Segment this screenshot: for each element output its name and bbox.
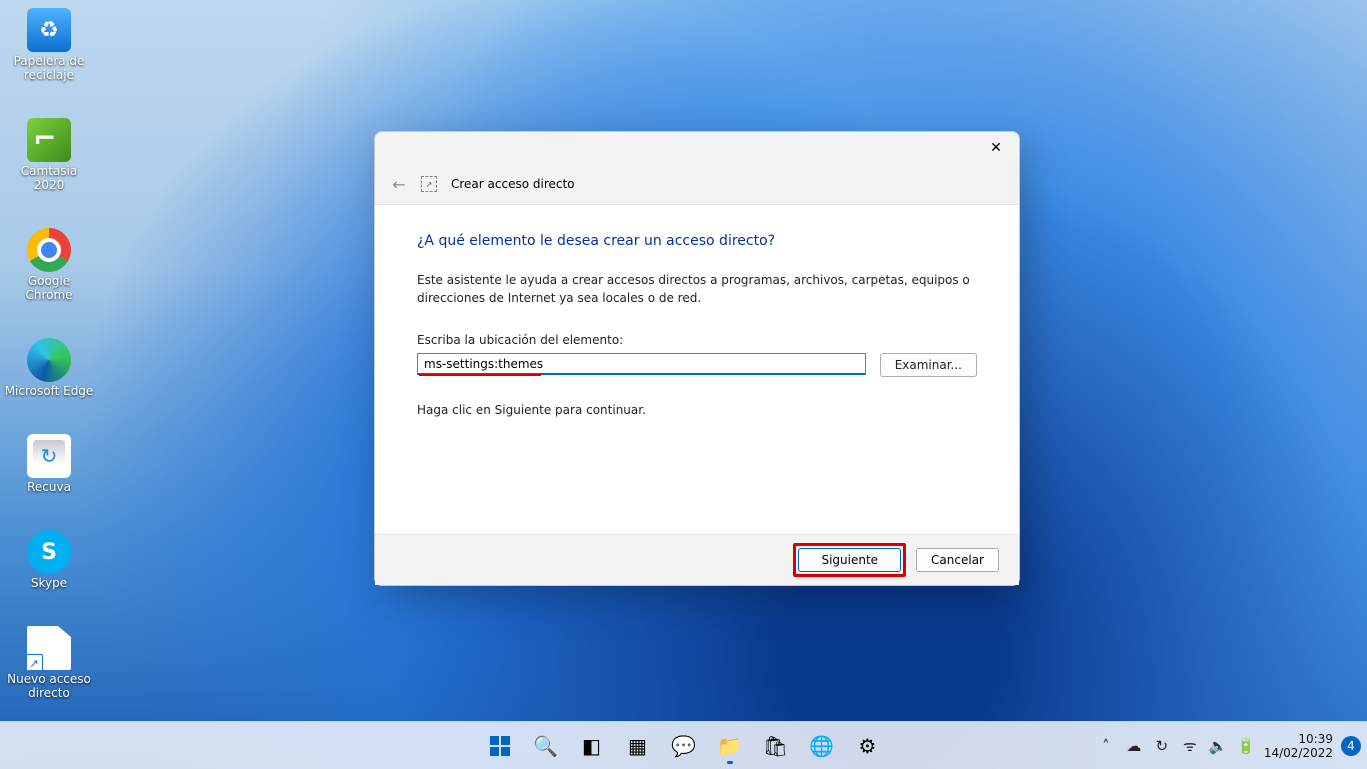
- desktop-icon-label: Google Chrome: [4, 274, 94, 302]
- shortcut-wizard-icon: ↗: [421, 176, 437, 192]
- desktop-icon-label: Skype: [31, 576, 67, 590]
- desktop-icon-recycle-bin[interactable]: Papelera de reciclaje: [4, 4, 94, 86]
- taskbar-settings[interactable]: ⚙: [848, 726, 888, 766]
- desktop-icon-chrome[interactable]: Google Chrome: [4, 224, 94, 306]
- taskbar-file-explorer[interactable]: 📁: [710, 726, 750, 766]
- wizard-description: Este asistente le ayuda a crear accesos …: [417, 271, 977, 307]
- create-shortcut-dialog: ✕ ← ↗ Crear acceso directo ¿A qué elemen…: [374, 131, 1020, 586]
- notification-count-badge[interactable]: 4: [1341, 736, 1361, 756]
- dialog-footer: Siguiente Cancelar: [375, 535, 1019, 585]
- taskbar-task-view[interactable]: ◧: [572, 726, 612, 766]
- tray-wifi-icon[interactable]: ᯤ: [1180, 736, 1200, 756]
- taskbar-ms-store[interactable]: 🛍: [756, 726, 796, 766]
- dialog-body: ¿A qué elemento le desea crear un acceso…: [375, 204, 1019, 535]
- annotation-highlight-next: Siguiente: [793, 543, 906, 577]
- start-button[interactable]: [480, 726, 520, 766]
- camtasia-icon: [27, 118, 71, 162]
- windows-logo-icon: [490, 736, 510, 756]
- taskbar-edge[interactable]: 🌐: [802, 726, 842, 766]
- tray-battery-icon[interactable]: 🔋: [1236, 737, 1256, 755]
- desktop-icon-label: Nuevo acceso directo: [7, 672, 91, 700]
- dialog-titlebar: ✕: [375, 132, 1019, 164]
- recycle-bin-icon: [27, 8, 71, 52]
- desktop-icon-edge[interactable]: Microsoft Edge: [4, 334, 94, 402]
- taskbar: 🔍 ◧ ▦ 💬 📁 🛍 🌐 ⚙ ˄ ☁ ↻ ᯤ 🔈 🔋 10:39 14/02/…: [0, 721, 1367, 769]
- desktop-icon-label: Papelera de reciclaje: [14, 54, 85, 82]
- browse-button[interactable]: Examinar...: [880, 353, 977, 377]
- desktop-icon-camtasia[interactable]: Camtasia 2020: [4, 114, 94, 196]
- cancel-button[interactable]: Cancelar: [916, 548, 999, 572]
- blank-shortcut-icon: [27, 626, 71, 670]
- continue-hint: Haga clic en Siguiente para continuar.: [417, 403, 977, 417]
- desktop-icon-skype[interactable]: Skype: [4, 526, 94, 594]
- taskbar-chat[interactable]: 💬: [664, 726, 704, 766]
- desktop-icon-label: Microsoft Edge: [5, 384, 94, 398]
- desktop-icon-label: Recuva: [27, 480, 71, 494]
- close-button[interactable]: ✕: [973, 132, 1019, 164]
- clock-date: 14/02/2022: [1264, 746, 1333, 760]
- back-arrow-icon[interactable]: ←: [391, 175, 407, 194]
- dialog-title: Crear acceso directo: [451, 177, 575, 191]
- desktop-icon-new-shortcut[interactable]: Nuevo acceso directo: [4, 622, 94, 704]
- tray-onedrive-icon[interactable]: ☁: [1124, 737, 1144, 755]
- location-input[interactable]: [417, 353, 866, 375]
- annotation-underline: [419, 374, 541, 376]
- chrome-icon: [27, 228, 71, 272]
- tray-volume-icon[interactable]: 🔈: [1208, 737, 1228, 755]
- desktop-icons: Papelera de reciclaje Camtasia 2020 Goog…: [4, 4, 94, 704]
- edge-icon: [27, 338, 71, 382]
- taskbar-widgets[interactable]: ▦: [618, 726, 658, 766]
- taskbar-tray: ˄ ☁ ↻ ᯤ 🔈 🔋 10:39 14/02/2022 4: [1096, 722, 1361, 769]
- taskbar-center: 🔍 ◧ ▦ 💬 📁 🛍 🌐 ⚙: [480, 726, 888, 766]
- desktop-icon-recuva[interactable]: Recuva: [4, 430, 94, 498]
- desktop-icon-label: Camtasia 2020: [4, 164, 94, 192]
- tray-chevron-icon[interactable]: ˄: [1096, 737, 1116, 755]
- location-label: Escriba la ubicación del elemento:: [417, 333, 977, 347]
- next-button[interactable]: Siguiente: [798, 548, 901, 572]
- taskbar-search[interactable]: 🔍: [526, 726, 566, 766]
- tray-update-icon[interactable]: ↻: [1152, 737, 1172, 755]
- taskbar-clock[interactable]: 10:39 14/02/2022: [1264, 732, 1333, 760]
- clock-time: 10:39: [1264, 732, 1333, 746]
- recuva-icon: [27, 434, 71, 478]
- wizard-heading: ¿A qué elemento le desea crear un acceso…: [417, 233, 977, 249]
- skype-icon: [27, 530, 71, 574]
- dialog-header: ← ↗ Crear acceso directo: [375, 164, 1019, 204]
